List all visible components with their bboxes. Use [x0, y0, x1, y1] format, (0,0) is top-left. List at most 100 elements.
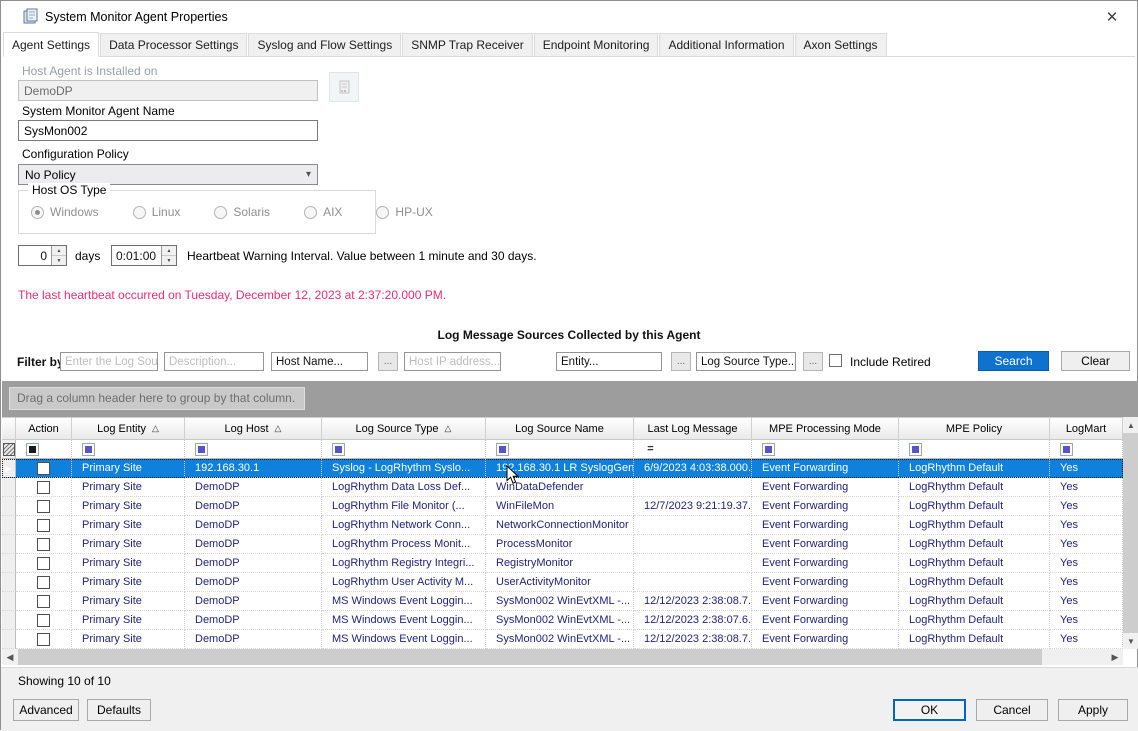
- equals-filter-icon[interactable]: =: [644, 443, 657, 456]
- filter-cell[interactable]: [16, 440, 72, 459]
- days-spinner[interactable]: 0 ▲▼: [18, 245, 67, 266]
- column-header-log-host[interactable]: Log Host△: [185, 417, 322, 440]
- sort-ascending-icon[interactable]: △: [275, 423, 282, 434]
- table-row[interactable]: ▶Primary Site192.168.30.1Syslog - LogRhy…: [2, 459, 1123, 478]
- filter-cell[interactable]: [72, 440, 185, 459]
- radio-icon-solaris[interactable]: [214, 206, 227, 219]
- scroll-up-icon[interactable]: ▲: [1123, 417, 1138, 433]
- column-header-log-source-type[interactable]: Log Source Type△: [322, 417, 486, 440]
- row-checkbox[interactable]: [37, 614, 50, 627]
- column-header-log-entity[interactable]: Log Entity△: [72, 417, 185, 440]
- square-filter-icon[interactable]: [909, 443, 922, 456]
- sort-ascending-icon[interactable]: △: [445, 423, 452, 434]
- table-row[interactable]: Primary SiteDemoDPLogRhythm Registry Int…: [2, 554, 1123, 573]
- filter-cell[interactable]: [185, 440, 322, 459]
- tab-syslog-and-flow-settings[interactable]: Syslog and Flow Settings: [248, 33, 401, 57]
- browse-ellipsis-button[interactable]: ...: [803, 352, 823, 371]
- spinner-arrows[interactable]: ▲▼: [51, 246, 66, 265]
- entity-filter-input[interactable]: Entity...: [556, 352, 662, 371]
- table-row[interactable]: Primary SiteDemoDPLogRhythm Process Moni…: [2, 535, 1123, 554]
- spinner-arrows[interactable]: ▲▼: [161, 246, 176, 265]
- sort-ascending-icon[interactable]: △: [152, 423, 159, 434]
- browse-ellipsis-button[interactable]: ...: [671, 352, 691, 371]
- apply-button[interactable]: Apply: [1058, 699, 1128, 721]
- radio-icon-aix[interactable]: [304, 206, 317, 219]
- table-row[interactable]: Primary SiteDemoDPLogRhythm User Activit…: [2, 573, 1123, 592]
- cancel-button[interactable]: Cancel: [976, 699, 1048, 721]
- agent-name-input[interactable]: [18, 120, 318, 141]
- row-checkbox[interactable]: [37, 576, 50, 589]
- description-filter-input[interactable]: Description...: [164, 352, 264, 371]
- defaults-button[interactable]: Defaults: [87, 699, 151, 721]
- row-checkbox[interactable]: [37, 633, 50, 646]
- enter-the-log-source-filter-input[interactable]: Enter the Log Source: [60, 352, 158, 371]
- spin-up-icon[interactable]: ▲: [52, 246, 66, 256]
- tab-data-processor-settings[interactable]: Data Processor Settings: [100, 33, 247, 57]
- table-row[interactable]: Primary SiteDemoDPLogRhythm Network Conn…: [2, 516, 1123, 535]
- tab-endpoint-monitoring[interactable]: Endpoint Monitoring: [534, 33, 659, 57]
- browse-ellipsis-button[interactable]: ...: [378, 352, 398, 371]
- config-policy-select[interactable]: No Policy ▾: [18, 164, 318, 185]
- vertical-scroll-thumb[interactable]: [1123, 433, 1138, 633]
- table-row[interactable]: Primary SiteDemoDPMS Windows Event Loggi…: [2, 611, 1123, 630]
- square-filter-icon[interactable]: [762, 443, 775, 456]
- row-checkbox[interactable]: [37, 557, 50, 570]
- group-by-bar[interactable]: Drag a column header here to group by th…: [2, 381, 1138, 417]
- row-checkbox[interactable]: [37, 538, 50, 551]
- column-header-log-source-name[interactable]: Log Source Name: [486, 417, 634, 440]
- advanced-button[interactable]: Advanced: [13, 699, 79, 721]
- table-row[interactable]: Primary SiteDemoDPMS Windows Event Loggi…: [2, 630, 1123, 649]
- horizontal-scrollbar[interactable]: ◀ ▶: [2, 649, 1123, 665]
- filter-cell[interactable]: [322, 440, 486, 459]
- table-row[interactable]: Primary SiteDemoDPLogRhythm File Monitor…: [2, 497, 1123, 516]
- filter-cell[interactable]: =: [634, 440, 752, 459]
- host-name-filter-input[interactable]: Host Name...: [271, 352, 368, 371]
- radio-icon-linux[interactable]: [133, 206, 146, 219]
- table-row[interactable]: Primary SiteDemoDPLogRhythm Data Loss De…: [2, 478, 1123, 497]
- spin-down-icon[interactable]: ▼: [162, 256, 176, 265]
- scroll-down-icon[interactable]: ▼: [1123, 633, 1138, 649]
- table-row[interactable]: Primary SiteDemoDPMS Windows Event Loggi…: [2, 592, 1123, 611]
- square-filter-icon[interactable]: [496, 443, 509, 456]
- row-checkbox[interactable]: [37, 519, 50, 532]
- ok-button[interactable]: OK: [893, 699, 966, 721]
- column-header-logmart[interactable]: LogMart: [1050, 417, 1123, 440]
- column-header-mpe-processing-mode[interactable]: MPE Processing Mode: [752, 417, 899, 440]
- checkbox-filter-icon[interactable]: [26, 443, 39, 456]
- radio-icon-hp-ux[interactable]: [376, 206, 389, 219]
- row-checkbox[interactable]: [37, 462, 50, 475]
- square-filter-icon[interactable]: [195, 443, 208, 456]
- column-header-mpe-policy[interactable]: MPE Policy: [899, 417, 1050, 440]
- tab-additional-information[interactable]: Additional Information: [659, 33, 793, 57]
- row-checkbox[interactable]: [37, 481, 50, 494]
- column-header-action[interactable]: Action: [16, 417, 72, 440]
- square-filter-icon[interactable]: [82, 443, 95, 456]
- host-ip-address-filter-input[interactable]: Host IP address...: [404, 352, 501, 371]
- interval-spinner[interactable]: 0:01:00 ▲▼: [111, 245, 177, 266]
- row-checkbox[interactable]: [37, 500, 50, 513]
- spin-up-icon[interactable]: ▲: [162, 246, 176, 256]
- knowledge-base-button[interactable]: [329, 72, 359, 102]
- column-header-last-log-message[interactable]: Last Log Message: [634, 417, 752, 440]
- filter-cell[interactable]: [1050, 440, 1123, 459]
- include-retired-checkbox[interactable]: [829, 354, 842, 367]
- spin-down-icon[interactable]: ▼: [52, 256, 66, 265]
- filter-cell[interactable]: [486, 440, 634, 459]
- tab-agent-settings[interactable]: Agent Settings: [3, 32, 99, 57]
- scroll-left-icon[interactable]: ◀: [2, 649, 18, 665]
- radio-icon-windows[interactable]: [31, 206, 44, 219]
- filter-cell[interactable]: [752, 440, 899, 459]
- clear-button[interactable]: Clear: [1061, 351, 1130, 371]
- filter-cell[interactable]: [899, 440, 1050, 459]
- square-filter-icon[interactable]: [1060, 443, 1073, 456]
- tab-snmp-trap-receiver[interactable]: SNMP Trap Receiver: [402, 33, 532, 57]
- horizontal-scroll-thumb[interactable]: [18, 649, 1042, 665]
- search-button[interactable]: Search: [978, 351, 1049, 371]
- vertical-scrollbar[interactable]: ▲ ▼: [1123, 417, 1138, 649]
- edit-filter-icon[interactable]: [3, 443, 15, 456]
- log-source-type-filter-input[interactable]: Log Source Type...: [696, 352, 796, 371]
- tab-axon-settings[interactable]: Axon Settings: [795, 33, 887, 57]
- close-button[interactable]: ✕: [1101, 8, 1123, 28]
- filter-cell[interactable]: [2, 440, 16, 459]
- square-filter-icon[interactable]: [332, 443, 345, 456]
